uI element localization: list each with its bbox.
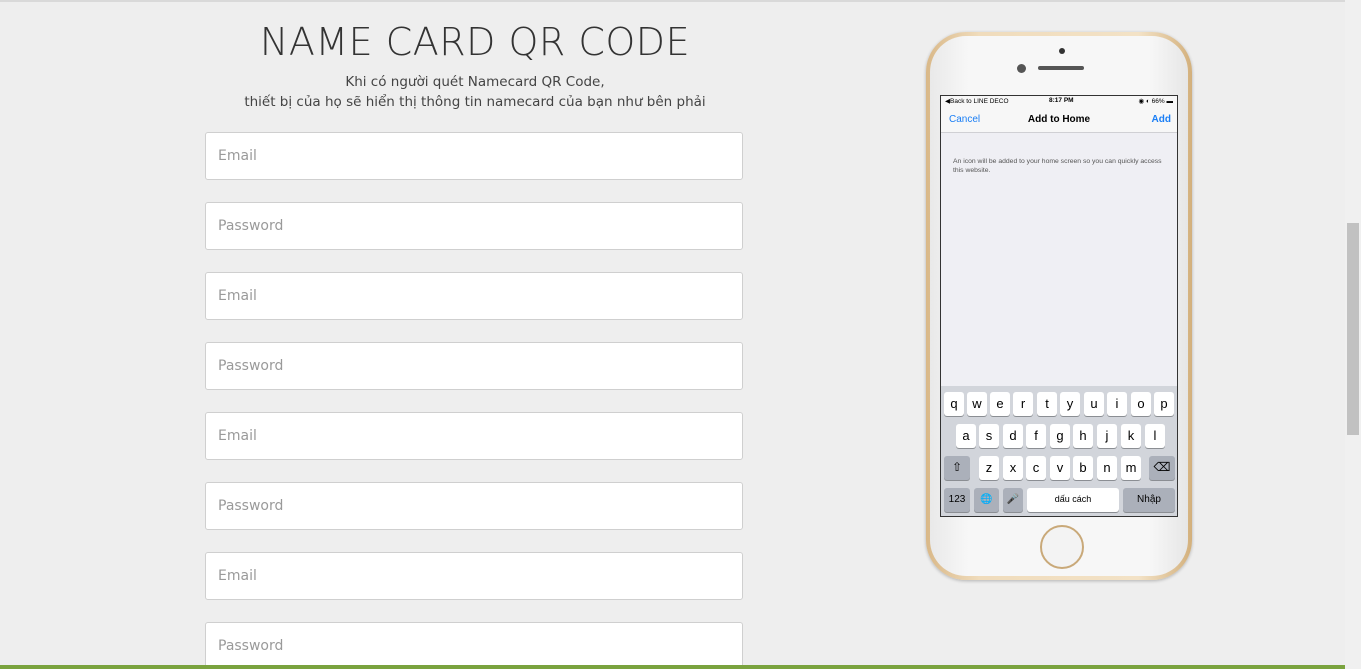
key-n: n xyxy=(1097,456,1117,480)
key-u: u xyxy=(1084,392,1104,416)
key-m: m xyxy=(1121,456,1141,480)
ios-nav-bar: Cancel Add to Home Add xyxy=(941,107,1177,133)
email-field[interactable] xyxy=(205,412,743,460)
key-q: q xyxy=(944,392,964,416)
key-r: r xyxy=(1013,392,1033,416)
nav-title: Add to Home xyxy=(1027,114,1091,125)
subtitle-line-1: Khi có người quét Namecard QR Code, xyxy=(345,74,605,90)
key-l: l xyxy=(1145,424,1165,448)
ios-status-bar: ◀Back to LINE DECO 8:17 PM ◉ ◐ 66% ▬ xyxy=(941,96,1177,107)
password-input[interactable] xyxy=(206,203,742,249)
password-input[interactable] xyxy=(206,623,742,669)
email-input[interactable] xyxy=(206,413,742,459)
key-w: w xyxy=(967,392,987,416)
key-f: f xyxy=(1026,424,1046,448)
email-field[interactable] xyxy=(205,132,743,180)
email-field[interactable] xyxy=(205,552,743,600)
ios-keyboard: q w e r t y u i o p a s d f g h j k l ⇧ … xyxy=(941,386,1177,516)
add-to-home-info: An icon will be added to your home scree… xyxy=(953,158,1162,174)
proximity-sensor-icon xyxy=(1059,48,1065,54)
key-y: y xyxy=(1060,392,1080,416)
key-p: p xyxy=(1154,392,1174,416)
status-time: 8:17 PM xyxy=(1049,97,1074,104)
back-to-app-link: ◀Back to LINE DECO xyxy=(945,98,1009,105)
email-input[interactable] xyxy=(206,273,742,319)
key-v: v xyxy=(1050,456,1070,480)
add-button: Add xyxy=(1151,114,1171,125)
key-c: c xyxy=(1026,456,1046,480)
key-b: b xyxy=(1073,456,1093,480)
password-field[interactable] xyxy=(205,482,743,530)
password-field[interactable] xyxy=(205,622,743,669)
key-g: g xyxy=(1050,424,1070,448)
globe-key-icon: 🌐 xyxy=(974,488,999,512)
page-scrollbar[interactable] xyxy=(1345,0,1361,669)
key-h: h xyxy=(1073,424,1093,448)
top-divider xyxy=(0,0,1345,2)
backspace-key-icon: ⌫ xyxy=(1149,456,1175,480)
numbers-key: 123 xyxy=(944,488,970,512)
key-a: a xyxy=(956,424,976,448)
key-x: x xyxy=(1003,456,1023,480)
phone-screen: ◀Back to LINE DECO 8:17 PM ◉ ◐ 66% ▬ Can… xyxy=(940,95,1178,517)
key-j: j xyxy=(1097,424,1117,448)
email-input[interactable] xyxy=(206,133,742,179)
page-subtitle: Khi có người quét Namecard QR Code, thiế… xyxy=(205,72,745,112)
key-o: o xyxy=(1131,392,1151,416)
page-title: NAME CARD QR CODE xyxy=(259,20,691,64)
shift-key-icon: ⇧ xyxy=(944,456,970,480)
key-s: s xyxy=(979,424,999,448)
key-d: d xyxy=(1003,424,1023,448)
password-field[interactable] xyxy=(205,202,743,250)
key-i: i xyxy=(1107,392,1127,416)
subtitle-line-2: thiết bị của họ sẽ hiển thị thông tin na… xyxy=(244,94,706,110)
password-input[interactable] xyxy=(206,343,742,389)
password-field[interactable] xyxy=(205,342,743,390)
key-k: k xyxy=(1121,424,1141,448)
key-t: t xyxy=(1037,392,1057,416)
status-battery: ◉ ◐ 66% ▬ xyxy=(1138,98,1173,105)
scrollbar-thumb[interactable] xyxy=(1347,223,1359,435)
email-field[interactable] xyxy=(205,272,743,320)
key-e: e xyxy=(990,392,1010,416)
password-input[interactable] xyxy=(206,483,742,529)
enter-key: Nhập xyxy=(1123,488,1175,512)
bottom-accent-bar xyxy=(0,665,1345,669)
earpiece-speaker-icon xyxy=(1038,66,1084,70)
front-camera-icon xyxy=(1017,64,1026,73)
mic-key-icon: 🎤 xyxy=(1003,488,1023,512)
space-key: dấu cách xyxy=(1027,488,1119,512)
home-button-icon xyxy=(1040,525,1084,569)
key-z: z xyxy=(979,456,999,480)
email-input[interactable] xyxy=(206,553,742,599)
